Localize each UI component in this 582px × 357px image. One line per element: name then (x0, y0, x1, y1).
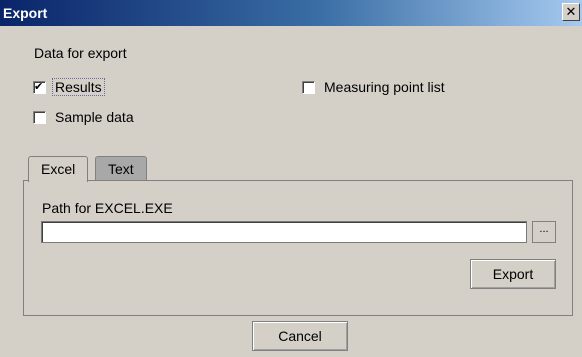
measuring-point-list-label: Measuring point list (324, 79, 445, 95)
measuring-point-list-checkbox-row[interactable]: Measuring point list (302, 79, 447, 95)
sample-data-checkbox-row[interactable]: Sample data (33, 109, 136, 125)
window-title: Export (3, 5, 48, 21)
export-button[interactable]: Export (470, 259, 556, 289)
sample-data-label: Sample data (55, 109, 134, 125)
results-label: Results (52, 78, 105, 96)
measuring-point-list-checkbox[interactable] (302, 80, 315, 94)
cancel-button[interactable]: Cancel (252, 321, 348, 351)
close-icon: ✕ (565, 4, 577, 19)
data-for-export-label: Data for export (34, 45, 127, 61)
results-checkbox-row[interactable]: Results (33, 78, 105, 96)
close-button[interactable]: ✕ (562, 3, 580, 21)
sample-data-checkbox[interactable] (33, 110, 46, 124)
excel-path-label: Path for EXCEL.EXE (42, 200, 173, 216)
browse-button[interactable]: ... (532, 221, 556, 243)
results-checkbox[interactable] (33, 80, 46, 94)
tab-text[interactable]: Text (95, 156, 147, 181)
title-bar: Export ✕ (0, 0, 582, 26)
tab-excel[interactable]: Excel (28, 156, 89, 182)
excel-path-input[interactable] (41, 221, 527, 243)
